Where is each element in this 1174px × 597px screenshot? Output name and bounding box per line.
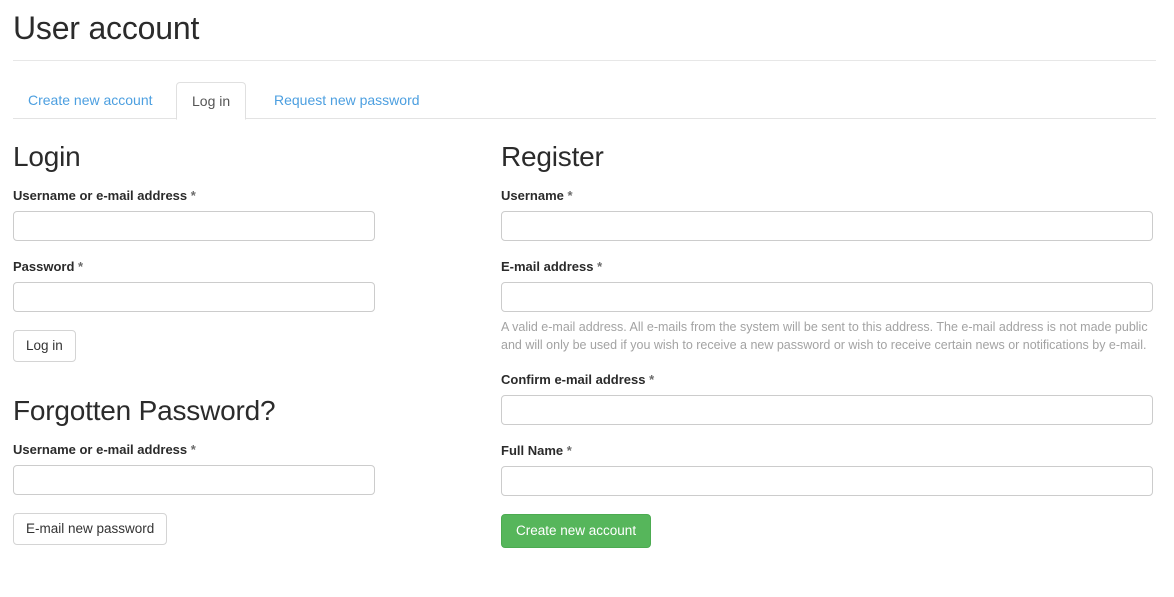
register-confirm-email-label: Confirm e-mail address * [501,372,1153,388]
register-username-label-text: Username [501,188,564,203]
register-heading: Register [501,140,1153,174]
login-username-label-text: Username or e-mail address [13,188,187,203]
page-title: User account [13,8,199,48]
login-password-input[interactable] [13,282,375,312]
login-username-label: Username or e-mail address * [13,188,375,204]
forgotten-username-label-text: Username or e-mail address [13,442,187,457]
register-email-label-text: E-mail address [501,259,594,274]
register-username-field-group: Username * [501,188,1153,241]
register-username-label: Username * [501,188,1153,204]
login-password-label: Password * [13,259,375,275]
tab-create-new-account[interactable]: Create new account [13,82,168,118]
required-marker: * [567,443,572,458]
register-email-description: A valid e-mail address. All e-mails from… [501,318,1153,354]
forgotten-username-label: Username or e-mail address * [13,442,375,458]
tab-request-new-password[interactable]: Request new password [259,82,435,118]
login-heading: Login [13,140,375,174]
required-marker: * [78,259,83,274]
login-username-input[interactable] [13,211,375,241]
register-full-name-label-text: Full Name [501,443,563,458]
login-username-field-group: Username or e-mail address * [13,188,375,241]
register-column: Register Username * E-mail address * A v… [501,140,1153,548]
register-email-input[interactable] [501,282,1153,312]
create-new-account-button[interactable]: Create new account [501,514,651,548]
title-divider [13,60,1156,61]
required-marker: * [597,259,602,274]
register-confirm-email-field-group: Confirm e-mail address * [501,372,1153,425]
register-email-label: E-mail address * [501,259,1153,275]
register-confirm-email-input[interactable] [501,395,1153,425]
login-password-field-group: Password * [13,259,375,312]
register-confirm-email-label-text: Confirm e-mail address [501,372,646,387]
login-column: Login Username or e-mail address * Passw… [13,140,375,545]
email-new-password-button[interactable]: E-mail new password [13,513,167,545]
required-marker: * [649,372,654,387]
forgotten-password-heading: Forgotten Password? [13,394,375,428]
tab-log-in[interactable]: Log in [176,82,246,120]
user-account-page: User account Create new account Log in R… [0,0,1174,597]
register-full-name-input[interactable] [501,466,1153,496]
register-full-name-label: Full Name * [501,443,1153,459]
account-tabs: Create new account Log in Request new pa… [13,82,1156,118]
register-full-name-field-group: Full Name * [501,443,1153,496]
required-marker: * [568,188,573,203]
register-email-field-group: E-mail address * A valid e-mail address.… [501,259,1153,354]
required-marker: * [191,188,196,203]
forgotten-username-input[interactable] [13,465,375,495]
log-in-button[interactable]: Log in [13,330,76,362]
register-username-input[interactable] [501,211,1153,241]
required-marker: * [191,442,196,457]
login-password-label-text: Password [13,259,74,274]
forgotten-username-field-group: Username or e-mail address * [13,442,375,495]
